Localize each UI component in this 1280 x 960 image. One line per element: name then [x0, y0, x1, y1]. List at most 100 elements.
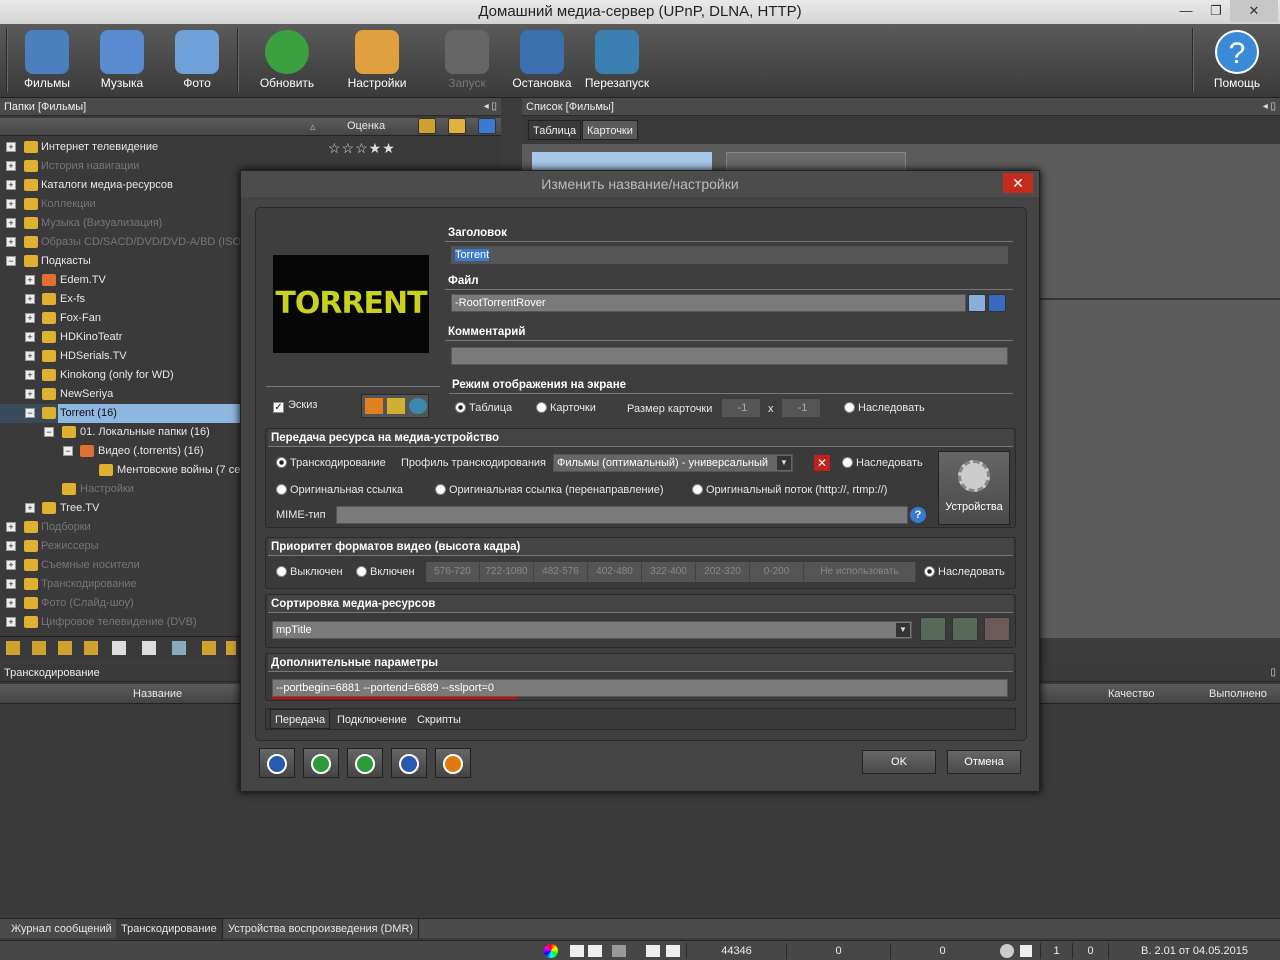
music-button[interactable]: Музыка: [85, 26, 159, 96]
films-button[interactable]: Фильмы: [10, 26, 84, 96]
comment-input[interactable]: [451, 347, 1008, 365]
priority-inherit-radio[interactable]: Наследовать: [924, 566, 1005, 578]
transfer-inherit-radio[interactable]: Наследовать: [842, 457, 923, 469]
tab-scripts[interactable]: Скрипты: [412, 709, 466, 729]
window-close-button[interactable]: ✕: [1230, 0, 1278, 22]
transcoding-radio[interactable]: Транскодирование: [276, 457, 386, 469]
photo-label: Фото: [183, 76, 211, 90]
photo-button[interactable]: Фото: [160, 26, 234, 96]
sort-select[interactable]: mpTitle ▼: [272, 621, 912, 639]
tab-cards[interactable]: Карточки: [582, 120, 638, 140]
pin-icon[interactable]: ▯: [1270, 664, 1276, 682]
transfer-label: Передача ресурса на медиа-устройство: [271, 432, 500, 444]
key-icon[interactable]: [448, 118, 466, 134]
folder-add-icon[interactable]: [418, 118, 436, 134]
mime-input[interactable]: [336, 506, 908, 524]
refresh-button[interactable]: Обновить: [250, 26, 324, 96]
search-icon[interactable]: [968, 294, 986, 312]
dialog-close-button[interactable]: ✕: [1003, 173, 1033, 193]
sort-order-icon[interactable]: [920, 617, 946, 641]
name-column-header[interactable]: Название: [133, 688, 182, 700]
quality-column-header[interactable]: Качество: [1108, 688, 1155, 700]
save-icon[interactable]: [988, 294, 1006, 312]
scan-icon[interactable]: [142, 641, 156, 655]
title-input[interactable]: Torrent: [451, 246, 1008, 264]
sort-grid-icon[interactable]: [952, 617, 978, 641]
cancel-button[interactable]: Отмена: [947, 750, 1021, 774]
chevron-down-icon[interactable]: ▼: [896, 623, 910, 637]
previous-button[interactable]: [303, 748, 339, 778]
skip-last-icon: [399, 754, 419, 774]
folder-options-icon[interactable]: [226, 641, 236, 655]
folder-star-icon[interactable]: [202, 641, 216, 655]
orig-stream-radio[interactable]: Оригинальный поток (http://, rtmp://): [692, 484, 887, 496]
clear-profile-icon[interactable]: ✕: [814, 455, 830, 471]
tab-table[interactable]: Таблица: [528, 120, 582, 140]
format-item[interactable]: 322-400: [642, 562, 696, 582]
sort-arrow-icon[interactable]: ▵: [310, 120, 316, 133]
mode-inherit-radio[interactable]: Наследовать: [844, 402, 925, 414]
next-button[interactable]: [347, 748, 383, 778]
photo-icon: [175, 30, 219, 74]
card-width-input[interactable]: -1: [722, 399, 760, 417]
globe-icon[interactable]: [409, 398, 427, 414]
chevron-down-icon[interactable]: ▼: [777, 456, 791, 470]
profile-label: Профиль транскодирования: [401, 457, 547, 469]
orig-link-radio[interactable]: Оригинальная ссылка: [276, 484, 403, 496]
profile-select[interactable]: Фильмы (оптимальный) - универсальный ▼: [553, 454, 793, 472]
sort-icon[interactable]: [478, 118, 496, 134]
format-item[interactable]: 402-480: [588, 562, 642, 582]
priority-on-radio[interactable]: Включен: [356, 566, 415, 578]
list-panel-title: Список [Фильмы]: [526, 101, 614, 113]
extra-params-input[interactable]: --portbegin=6881 --portend=6889 --sslpor…: [272, 679, 1008, 697]
format-item[interactable]: Не использовать: [804, 562, 916, 582]
stop-button[interactable]: Остановка: [505, 26, 579, 96]
folder-edit-icon[interactable]: [32, 641, 46, 655]
format-item[interactable]: 576-720: [426, 562, 480, 582]
priority-on-label: Включен: [370, 566, 415, 578]
folder-remove-icon[interactable]: [58, 641, 72, 655]
pin-icon[interactable]: ◂ ▯: [484, 98, 497, 116]
apply-button[interactable]: [435, 748, 471, 778]
last-button[interactable]: [391, 748, 427, 778]
format-item[interactable]: 0-200: [750, 562, 804, 582]
restart-button[interactable]: Перезапуск: [580, 26, 654, 96]
user-icon[interactable]: [1000, 944, 1014, 958]
folder-open-icon[interactable]: [387, 398, 405, 414]
rating-stars[interactable]: ☆☆☆★★: [328, 140, 396, 157]
star-icon[interactable]: [365, 398, 383, 414]
orig-link-redirect-radio[interactable]: Оригинальная ссылка (перенаправление): [435, 484, 664, 496]
indicator-icon: [666, 945, 680, 957]
start-button[interactable]: Запуск: [430, 26, 504, 96]
help-button[interactable]: ? Помощь: [1200, 26, 1274, 96]
tab-connection[interactable]: Подключение: [332, 709, 412, 729]
devices-button[interactable]: Устройства: [938, 451, 1010, 525]
format-item[interactable]: 202-320: [696, 562, 750, 582]
tree-item[interactable]: + Интернет телевидение: [0, 138, 501, 157]
done-column-header[interactable]: Выполнено: [1209, 688, 1267, 700]
help-icon[interactable]: ?: [910, 507, 926, 523]
settings-button[interactable]: Настройки: [340, 26, 414, 96]
tab-transfer[interactable]: Передача: [270, 709, 331, 729]
color-wheel-icon[interactable]: [544, 944, 558, 958]
mode-cards-radio[interactable]: Карточки: [536, 402, 596, 414]
format-item[interactable]: 482-576: [534, 562, 588, 582]
ok-button[interactable]: OK: [862, 750, 936, 774]
pin-icon[interactable]: ◂ ▯: [1263, 98, 1276, 116]
thumbnail-checkbox[interactable]: ✓ Эскиз: [273, 399, 317, 413]
folder-add-icon[interactable]: [6, 641, 20, 655]
file-input[interactable]: -RootTorrentRover: [451, 294, 966, 312]
tab-transcoding[interactable]: Транскодирование: [116, 919, 223, 939]
folder-move-icon[interactable]: [84, 641, 98, 655]
format-item[interactable]: 722-1080: [480, 562, 534, 582]
tab-dmr-devices[interactable]: Устройства воспроизведения (DMR): [223, 919, 420, 939]
mode-table-radio[interactable]: Таблица: [455, 402, 512, 414]
grid-icon[interactable]: [172, 641, 186, 655]
card-height-input[interactable]: -1: [782, 399, 820, 417]
rating-column-header[interactable]: Оценка: [347, 120, 385, 132]
tab-message-log[interactable]: Журнал сообщений: [6, 919, 118, 939]
priority-off-radio[interactable]: Выключен: [276, 566, 343, 578]
sort-remove-icon[interactable]: [984, 617, 1010, 641]
refresh-folder-icon[interactable]: [112, 641, 126, 655]
first-button[interactable]: [259, 748, 295, 778]
